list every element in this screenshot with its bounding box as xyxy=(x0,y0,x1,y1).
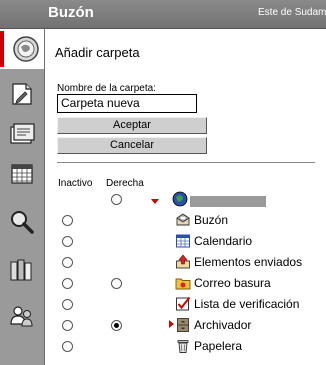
folder-row-sent-items[interactable]: Elementos enviados xyxy=(175,253,302,271)
compose-icon xyxy=(12,83,32,105)
sidebar-item-calendar[interactable] xyxy=(5,157,39,191)
folder-label: Lista de verificación xyxy=(194,297,300,311)
sidebar-item-home[interactable] xyxy=(0,29,44,69)
window-title: Buzón xyxy=(48,4,94,21)
accept-button[interactable]: Aceptar xyxy=(57,117,207,134)
folder-name-label: Nombre de la carpeta: xyxy=(57,83,156,94)
library-icon xyxy=(10,259,32,281)
folder-name-input[interactable]: Carpeta nueva xyxy=(57,94,197,113)
folder-row-mailbox[interactable]: Buzón xyxy=(175,211,228,229)
cabinet-icon xyxy=(175,317,191,333)
radio-inactive-sent-items[interactable] xyxy=(62,257,73,268)
radio-inactive-trash[interactable] xyxy=(62,341,73,352)
sidebar-item-search[interactable] xyxy=(5,205,39,239)
sidebar-item-address-book[interactable] xyxy=(5,117,39,151)
radio-inactive-mailbox[interactable] xyxy=(62,215,73,226)
radio-inactive-checklist[interactable] xyxy=(62,299,73,310)
folder-label: Calendario xyxy=(194,234,253,248)
selected-folder-marker xyxy=(169,320,174,328)
radio-right-root[interactable] xyxy=(111,194,122,205)
folder-row-calendar[interactable]: Calendario xyxy=(175,232,252,250)
page-title: Añadir carpeta xyxy=(55,45,140,60)
sidebar-item-users[interactable] xyxy=(5,299,39,333)
address-book-icon xyxy=(10,123,35,144)
region-label: Este de Sudamé xyxy=(258,7,326,18)
search-icon xyxy=(11,211,34,234)
sidebar-item-compose[interactable] xyxy=(5,77,39,111)
sent-items-icon xyxy=(175,254,191,270)
calendar-icon xyxy=(11,164,33,184)
folder-row-cabinet[interactable]: Archivador xyxy=(175,316,251,334)
add-folder-panel: Añadir carpeta Nombre de la carpeta: Car… xyxy=(45,29,326,365)
account-name-redacted xyxy=(190,196,266,207)
users-icon xyxy=(10,306,33,327)
radio-inactive-calendar[interactable] xyxy=(62,236,73,247)
globe-icon xyxy=(13,36,39,62)
folder-label: Buzón xyxy=(194,213,229,227)
folder-row-junk-mail[interactable]: Correo basura xyxy=(175,274,271,292)
mailbox-icon xyxy=(175,212,191,228)
junk-mail-icon xyxy=(175,275,191,291)
folder-row-checklist[interactable]: Lista de verificación xyxy=(175,295,299,313)
folder-label: Papelera xyxy=(194,339,243,353)
insert-position-marker xyxy=(151,199,159,204)
account-globe-icon xyxy=(172,191,188,207)
radio-right-cabinet[interactable] xyxy=(111,320,122,331)
trash-icon xyxy=(175,338,191,354)
sidebar xyxy=(0,29,45,365)
calendar-icon xyxy=(175,233,191,249)
radio-inactive-cabinet[interactable] xyxy=(62,320,73,331)
folder-row-trash[interactable]: Papelera xyxy=(175,337,242,355)
column-header-inactive: Inactivo xyxy=(58,178,93,189)
column-header-right: Derecha xyxy=(106,178,144,189)
cancel-button[interactable]: Cancelar xyxy=(57,137,207,154)
radio-inactive-junk-mail[interactable] xyxy=(62,278,73,289)
radio-right-junk-mail[interactable] xyxy=(111,278,122,289)
sidebar-item-library[interactable] xyxy=(5,253,39,287)
folder-label: Archivador xyxy=(194,318,252,332)
divider xyxy=(57,162,315,163)
active-indicator xyxy=(0,31,4,67)
folder-label: Correo basura xyxy=(194,276,271,290)
title-bar: Buzón Este de Sudamé xyxy=(0,0,326,29)
checklist-icon xyxy=(175,296,191,312)
folder-label: Elementos enviados xyxy=(194,255,303,269)
